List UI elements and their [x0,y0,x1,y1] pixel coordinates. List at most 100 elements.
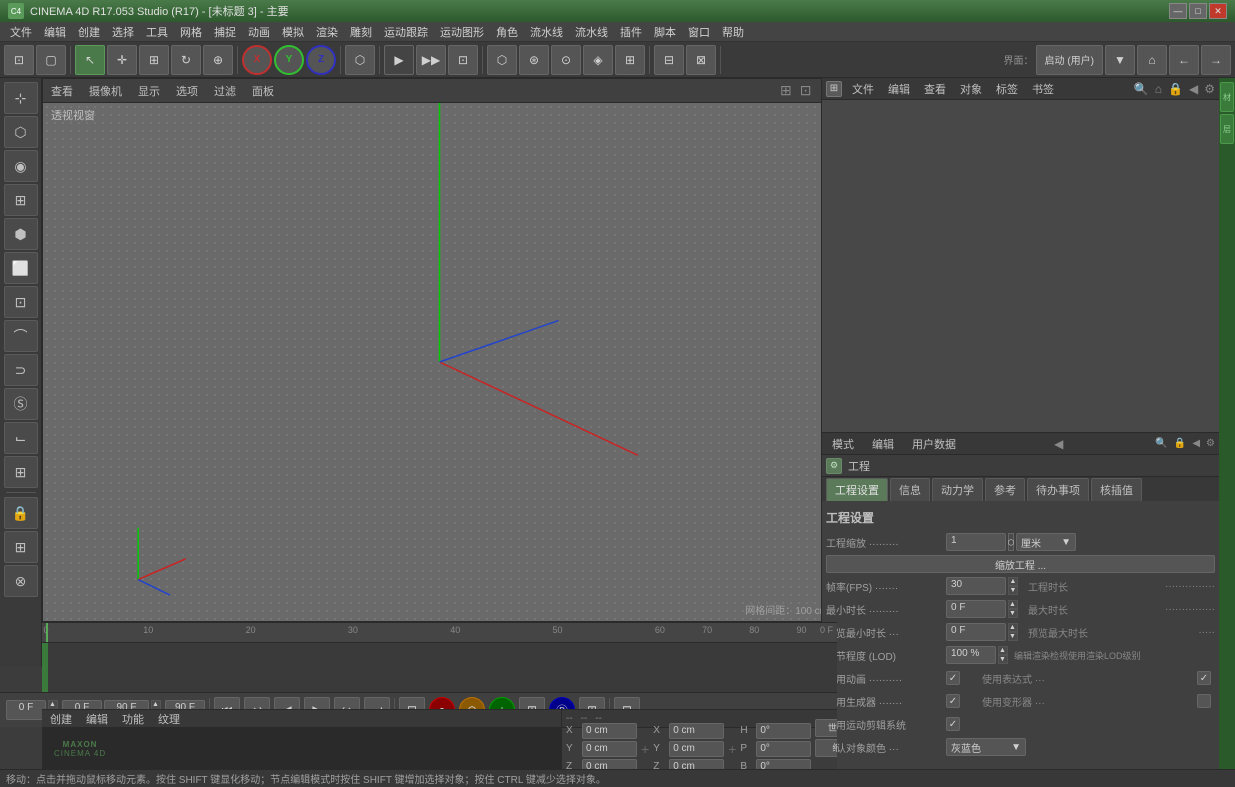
bl-menu-function[interactable]: 功能 [118,710,148,728]
menu-tools[interactable]: 工具 [140,22,174,42]
obj-tool-btn[interactable]: ⬡ [345,45,375,75]
anim-tool3-btn[interactable]: ⊡ [448,45,478,75]
world-coord-btn[interactable]: 世界坐标系 [815,719,837,737]
select-tool-btn[interactable]: ↖ [75,45,105,75]
fps-down[interactable]: ▼ [1008,586,1018,595]
menu-render[interactable]: 渲染 [310,22,344,42]
vp-menu-view[interactable]: 查看 [47,81,77,101]
y-size-input[interactable]: 0 cm [669,741,724,757]
render-cam-btn[interactable]: ⊟ [654,45,684,75]
prop-tab-settings[interactable]: 工程设置 [826,478,888,501]
prop-input-scale[interactable]: 1 [946,533,1006,551]
left-settings-btn[interactable]: ⊗ [4,565,38,597]
move-tool-btn[interactable]: ✛ [107,45,137,75]
menu-snap[interactable]: 捕捉 [208,22,242,42]
prop-input-fps[interactable]: 30 [946,577,1006,595]
menu-character[interactable]: 角色 [490,22,524,42]
vp-menu-panel[interactable]: 面板 [248,81,278,101]
left-obj8-btn[interactable]: ⊃ [4,354,38,386]
prop-unit-dropdown[interactable]: 厘米▼ [1016,533,1076,551]
mintime-down[interactable]: ▼ [1008,609,1018,618]
menu-create[interactable]: 创建 [72,22,106,42]
render-deform-btn[interactable]: ◈ [583,45,613,75]
rt-settings-icon[interactable]: ⚙ [1204,82,1215,96]
rt-lock-icon[interactable]: 🔒 [1168,82,1183,96]
left-obj3-btn[interactable]: ⊞ [4,184,38,216]
prop-tab-info[interactable]: 信息 [890,478,930,501]
p-rot-input[interactable]: 0° [756,741,811,757]
lod-up[interactable]: ▲ [998,646,1008,655]
vp-menu-camera[interactable]: 摄像机 [85,81,126,101]
prop-tab-dynamics[interactable]: 动力学 [932,478,983,501]
prop-input-mintime[interactable]: 0 F [946,600,1006,618]
left-obj9-btn[interactable]: Ⓢ [4,388,38,420]
render-spline-btn[interactable]: ⊙ [551,45,581,75]
rt-menu-tag[interactable]: 标签 [992,79,1022,99]
menu-sculpt[interactable]: 雕刻 [344,22,378,42]
left-obj11-btn[interactable]: ⊞ [4,456,38,488]
left-lock-btn[interactable]: 🔒 [4,497,38,529]
menu-pipeline1[interactable]: 流水线 [524,22,569,42]
left-obj5-btn[interactable]: ⬜ [4,252,38,284]
prop-input-lod[interactable]: 100 % [946,646,996,664]
render-geo-btn[interactable]: ⬡ [487,45,517,75]
rt-menu-object[interactable]: 对象 [956,79,986,99]
left-obj10-btn[interactable]: ⌙ [4,422,38,454]
left-obj2-btn[interactable]: ◉ [4,150,38,182]
scale-ratio-btn[interactable]: 缩放比例 [815,739,837,757]
timeline-track[interactable] [42,643,837,693]
render-light-btn[interactable]: ⊞ [615,45,645,75]
vp-menu-display[interactable]: 显示 [134,81,164,101]
x-axis-btn[interactable]: X [242,45,272,75]
mintime-up[interactable]: ▲ [1008,600,1018,609]
rt-menu-edit[interactable]: 编辑 [884,79,914,99]
left-obj6-btn[interactable]: ⊡ [4,286,38,318]
menu-select[interactable]: 选择 [106,22,140,42]
z-pos-input[interactable]: 0 cm [582,759,637,770]
menu-window[interactable]: 窗口 [682,22,716,42]
x-size-input[interactable]: 0 cm [669,723,724,739]
preview-min-up[interactable]: ▲ [1008,623,1018,632]
use-expr-checkbox[interactable]: ✓ [1197,671,1211,685]
viewport-canvas[interactable]: 网格间距：100 cm [43,103,836,621]
om-tab-edit[interactable]: 编辑 [866,434,900,454]
proj-icon[interactable]: ⚙ [826,458,842,474]
interface-fwd[interactable]: → [1201,45,1231,75]
model-btn[interactable]: ▢ [36,45,66,75]
menu-pipeline2[interactable]: 流水线 [569,22,614,42]
use-deform-checkbox[interactable] [1197,694,1211,708]
rt-menu-file[interactable]: 文件 [848,79,878,99]
prop-tab-interpolation[interactable]: 核插值 [1091,478,1142,501]
use-gen-checkbox[interactable]: ✓ [946,694,960,708]
menu-script[interactable]: 脚本 [648,22,682,42]
left-obj7-btn[interactable]: ⌒ [4,320,38,352]
menu-motiontrack[interactable]: 运动跟踪 [378,22,434,42]
om-collapse-icon[interactable]: ◀ [1192,438,1200,449]
render-scene-btn[interactable]: ⊠ [686,45,716,75]
rt-icon-btn[interactable]: ⊞ [826,81,842,97]
y-pos-input[interactable]: 0 cm [582,741,637,757]
scale-tool-btn[interactable]: ⊞ [139,45,169,75]
om-tab-mode[interactable]: 模式 [826,434,860,454]
menu-help[interactable]: 帮助 [716,22,750,42]
z-size-input[interactable]: 0 cm [669,759,724,770]
x-pos-input[interactable]: 0 cm [582,723,637,739]
left-obj1-btn[interactable]: ⬡ [4,116,38,148]
menu-simulate[interactable]: 模拟 [276,22,310,42]
vp-layout-btn[interactable]: ⊞ [780,82,792,99]
fps-up[interactable]: ▲ [1008,577,1018,586]
anim-tool1-btn[interactable]: ▶ [384,45,414,75]
rotate-tool-btn[interactable]: ↻ [171,45,201,75]
vp-maximize-btn[interactable]: ⊡ [800,82,812,99]
om-search-icon[interactable]: 🔍 [1155,438,1167,449]
vp-menu-filter[interactable]: 过滤 [210,81,240,101]
timeline-cursor[interactable] [46,623,48,642]
h-rot-input[interactable]: 0° [756,723,811,739]
prop-input-preview-min[interactable]: 0 F [946,623,1006,641]
maximize-button[interactable]: □ [1189,3,1207,19]
menu-mograph[interactable]: 运动图形 [434,22,490,42]
lod-down[interactable]: ▼ [998,655,1008,664]
bl-menu-texture[interactable]: 纹理 [154,710,184,728]
rs-btn-1[interactable]: 材 [1220,82,1234,112]
interface-arrow[interactable]: ▼ [1105,45,1135,75]
